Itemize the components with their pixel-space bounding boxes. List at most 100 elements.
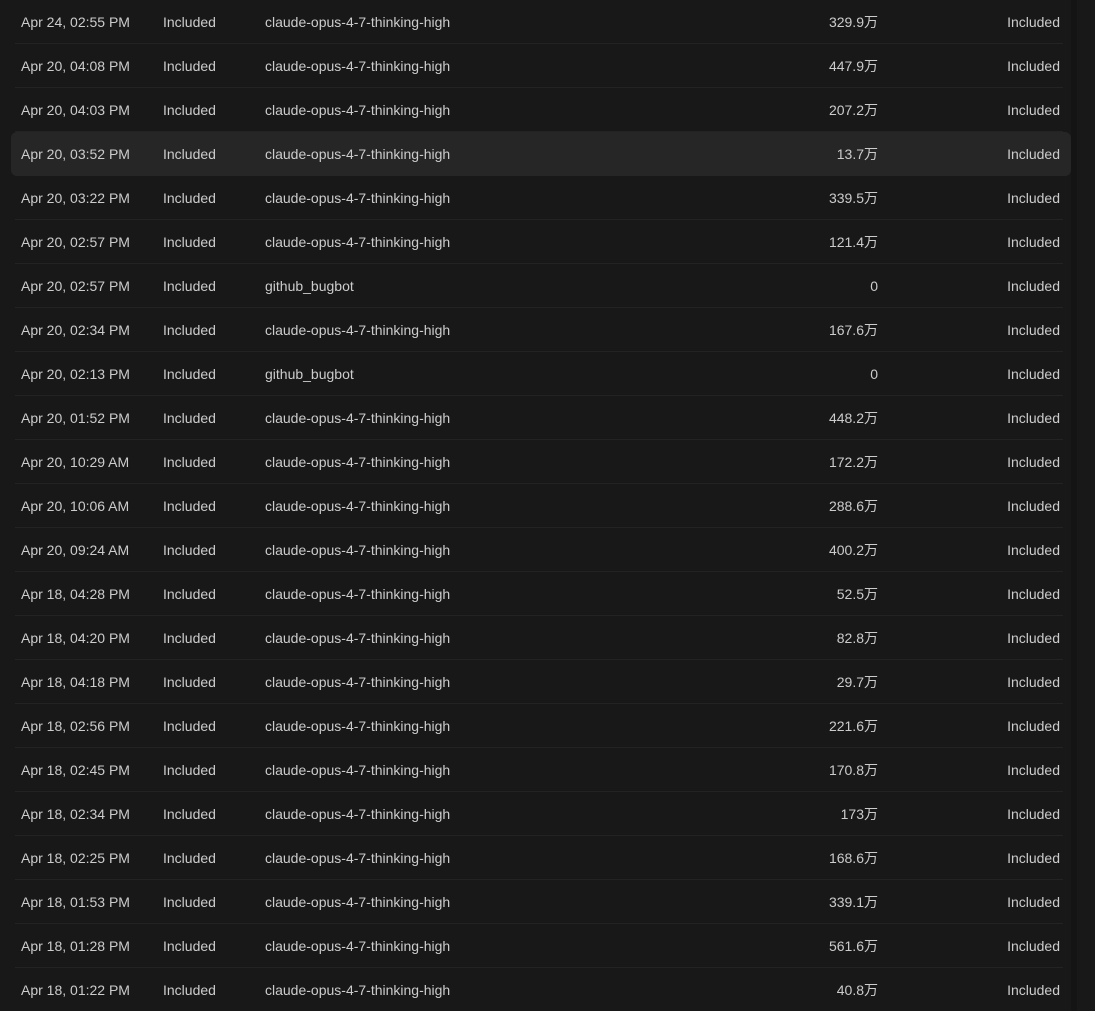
row-model: claude-opus-4-7-thinking-high	[265, 718, 451, 734]
row-date: Apr 18, 01:28 PM	[21, 938, 130, 954]
row-tokens: 29.7万	[836, 674, 878, 690]
table-row[interactable]: Apr 18, 02:25 PM Included claude-opus-4-7-…	[11, 836, 1071, 880]
row-model: claude-opus-4-7-thinking-high	[265, 982, 451, 998]
table-row[interactable]: Apr 18, 04:28 PM Included claude-opus-4-7-…	[11, 572, 1071, 616]
row-date: Apr 20, 04:03 PM	[21, 102, 130, 118]
table-row[interactable]: Apr 20, 10:29 AM Included claude-opus-4-7-…	[11, 440, 1071, 484]
table-row-hovered[interactable]: Apr 20, 03:52 PM Included claude-opus-4-7-…	[11, 132, 1071, 176]
usage-events-panel: Apr 24, 02:55 PM Included claude-opus-4-7-…	[0, 0, 1095, 1011]
row-cost: Included	[1007, 938, 1060, 954]
table-row[interactable]: Apr 18, 02:56 PM Included claude-opus-4-7-…	[11, 704, 1071, 748]
row-model: claude-opus-4-7-thinking-high	[265, 586, 451, 602]
row-cost: Included	[1007, 630, 1060, 646]
row-date: Apr 18, 02:34 PM	[21, 806, 130, 822]
row-date: Apr 20, 03:22 PM	[21, 190, 130, 206]
row-tokens: 13.7万	[836, 146, 878, 162]
table-row[interactable]: Apr 18, 04:20 PM Included claude-opus-4-7-…	[11, 616, 1071, 660]
row-tokens: 339.5万	[828, 190, 878, 206]
table-row[interactable]: Apr 20, 02:57 PM Included github_bugbot 0 In…	[11, 264, 1071, 308]
table-row[interactable]: Apr 18, 04:18 PM Included claude-opus-4-7-…	[11, 660, 1071, 704]
row-cost: Included	[1007, 806, 1060, 822]
row-model: claude-opus-4-7-thinking-high	[265, 894, 451, 910]
row-model: claude-opus-4-7-thinking-high	[265, 806, 451, 822]
row-cost: Included	[1007, 674, 1060, 690]
row-date: Apr 18, 04:20 PM	[21, 630, 130, 646]
row-tokens: 173万	[840, 806, 878, 822]
row-date: Apr 18, 01:22 PM	[21, 982, 130, 998]
table-row[interactable]: Apr 18, 02:45 PM Included claude-opus-4-7-…	[11, 748, 1071, 792]
row-date: Apr 24, 02:55 PM	[21, 14, 130, 30]
table-row[interactable]: Apr 20, 04:03 PM Included claude-opus-4-7-…	[11, 88, 1071, 132]
row-cost: Included	[1007, 234, 1060, 250]
row-cost: Included	[1007, 454, 1060, 470]
row-kind: Included	[163, 718, 216, 734]
row-cost: Included	[1007, 146, 1060, 162]
row-model: claude-opus-4-7-thinking-high	[265, 102, 451, 118]
row-tokens: 329.9万	[828, 14, 878, 30]
row-date: Apr 18, 02:56 PM	[21, 718, 130, 734]
row-kind: Included	[163, 586, 216, 602]
row-cost: Included	[1007, 278, 1060, 294]
row-cost: Included	[1007, 542, 1060, 558]
row-tokens: 121.4万	[828, 234, 878, 250]
table-row[interactable]: Apr 18, 02:34 PM Included claude-opus-4-7-…	[11, 792, 1071, 836]
row-cost: Included	[1007, 366, 1060, 382]
row-kind: Included	[163, 542, 216, 558]
row-model: claude-opus-4-7-thinking-high	[265, 938, 451, 954]
table-row[interactable]: Apr 18, 01:28 PM Included claude-opus-4-7-…	[11, 924, 1071, 968]
row-kind: Included	[163, 102, 216, 118]
row-date: Apr 20, 04:08 PM	[21, 58, 130, 74]
row-tokens: 448.2万	[828, 410, 878, 426]
row-model: claude-opus-4-7-thinking-high	[265, 322, 451, 338]
row-cost: Included	[1007, 322, 1060, 338]
row-kind: Included	[163, 190, 216, 206]
row-kind: Included	[163, 806, 216, 822]
row-cost: Included	[1007, 718, 1060, 734]
table-row[interactable]: Apr 20, 02:13 PM Included github_bugbot 0 In…	[11, 352, 1071, 396]
row-model: claude-opus-4-7-thinking-high	[265, 146, 451, 162]
table-row[interactable]: Apr 20, 09:24 AM Included claude-opus-4-7-…	[11, 528, 1071, 572]
row-date: Apr 20, 02:13 PM	[21, 366, 130, 382]
row-kind: Included	[163, 454, 216, 470]
table-row[interactable]: Apr 20, 01:52 PM Included claude-opus-4-7-…	[11, 396, 1071, 440]
row-date: Apr 20, 03:52 PM	[21, 146, 130, 162]
row-date: Apr 20, 02:57 PM	[21, 234, 130, 250]
table-row[interactable]: Apr 20, 10:06 AM Included claude-opus-4-7-…	[11, 484, 1071, 528]
scrollbar[interactable]	[1071, 0, 1077, 1011]
table-row[interactable]: Apr 20, 04:08 PM Included claude-opus-4-7-…	[11, 44, 1071, 88]
row-date: Apr 20, 02:34 PM	[21, 322, 130, 338]
row-tokens: 288.6万	[828, 498, 878, 514]
row-model: claude-opus-4-7-thinking-high	[265, 234, 451, 250]
usage-events-table: Apr 24, 02:55 PM Included claude-opus-4-7-…	[11, 0, 1071, 1011]
row-kind: Included	[163, 410, 216, 426]
row-tokens: 447.9万	[828, 58, 878, 74]
row-kind: Included	[163, 982, 216, 998]
table-row[interactable]: Apr 18, 01:53 PM Included claude-opus-4-7-…	[11, 880, 1071, 924]
row-date: Apr 18, 04:28 PM	[21, 586, 130, 602]
row-model: claude-opus-4-7-thinking-high	[265, 190, 451, 206]
row-model: github_bugbot	[265, 366, 354, 382]
row-model: claude-opus-4-7-thinking-high	[265, 454, 451, 470]
row-model: claude-opus-4-7-thinking-high	[265, 674, 451, 690]
row-date: Apr 20, 02:57 PM	[21, 278, 130, 294]
table-row[interactable]: Apr 20, 02:57 PM Included claude-opus-4-7-…	[11, 220, 1071, 264]
row-tokens: 0	[870, 366, 878, 382]
row-kind: Included	[163, 366, 216, 382]
row-tokens: 52.5万	[836, 586, 878, 602]
row-kind: Included	[163, 850, 216, 866]
row-cost: Included	[1007, 586, 1060, 602]
row-tokens: 82.8万	[836, 630, 878, 646]
table-row[interactable]: Apr 20, 02:34 PM Included claude-opus-4-7-…	[11, 308, 1071, 352]
table-row[interactable]: Apr 18, 01:22 PM Included claude-opus-4-7-…	[11, 968, 1071, 1011]
table-row[interactable]: Apr 24, 02:55 PM Included claude-opus-4-7-…	[11, 0, 1071, 44]
row-model: claude-opus-4-7-thinking-high	[265, 14, 451, 30]
row-model: claude-opus-4-7-thinking-high	[265, 58, 451, 74]
row-tokens: 339.1万	[828, 894, 878, 910]
table-row[interactable]: Apr 20, 03:22 PM Included claude-opus-4-7-…	[11, 176, 1071, 220]
row-date: Apr 18, 02:45 PM	[21, 762, 130, 778]
row-kind: Included	[163, 894, 216, 910]
row-tokens: 40.8万	[836, 982, 878, 998]
row-cost: Included	[1007, 14, 1060, 30]
row-tokens: 172.2万	[828, 454, 878, 470]
row-cost: Included	[1007, 850, 1060, 866]
